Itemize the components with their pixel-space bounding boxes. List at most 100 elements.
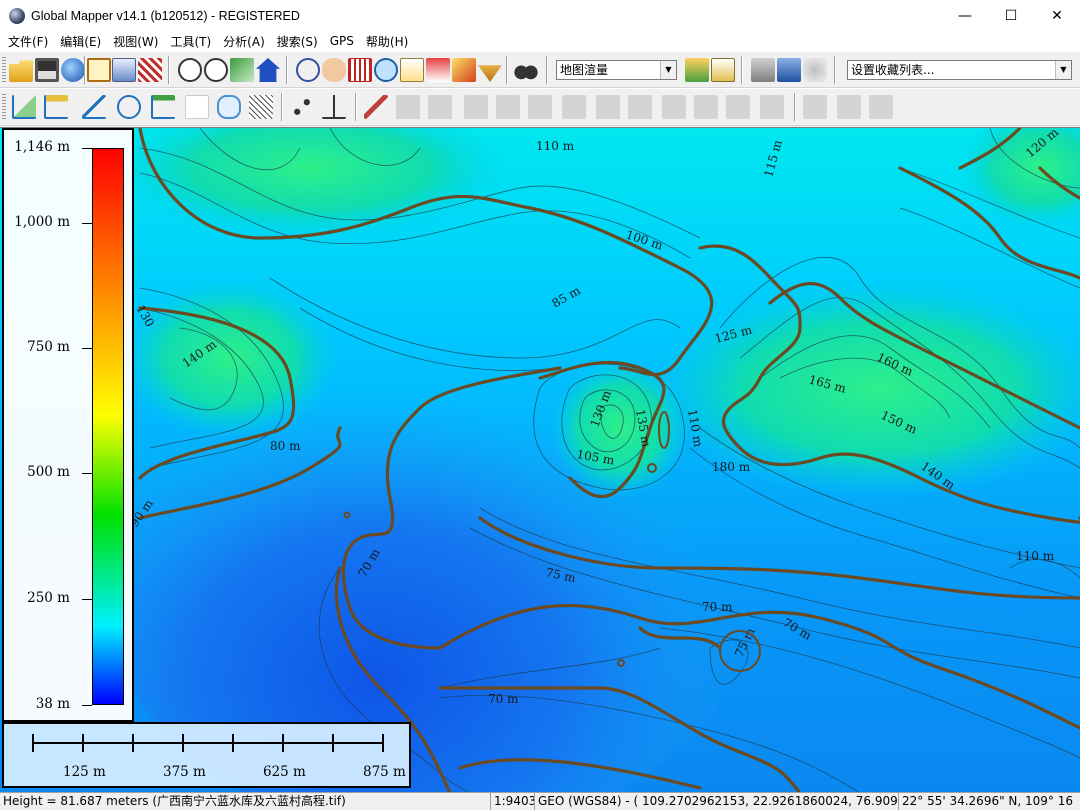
menu-gps[interactable]: GPS — [324, 34, 360, 48]
toolbar-grip[interactable] — [2, 94, 6, 120]
contour-label: 180 m — [712, 460, 751, 474]
path-profile-icon[interactable] — [400, 58, 424, 82]
legend-label: 1,146 m — [14, 139, 70, 155]
difference-icon[interactable] — [662, 95, 686, 119]
contour-label: 70 m — [702, 600, 733, 614]
full-view-icon[interactable] — [230, 58, 254, 82]
gps-icon[interactable] — [803, 58, 827, 82]
reshape-icon[interactable] — [464, 95, 488, 119]
overlay-control-icon[interactable] — [112, 58, 136, 82]
contour-label: 70 m — [488, 692, 519, 706]
3d-view-icon[interactable] — [711, 58, 735, 82]
digitize-line-icon[interactable] — [44, 95, 68, 119]
measure-icon[interactable] — [348, 58, 372, 82]
circle-tool-icon[interactable] — [117, 95, 141, 119]
view-shed-icon[interactable] — [426, 58, 450, 82]
edit-vertices-icon[interactable] — [726, 95, 750, 119]
menu-edit[interactable]: 编辑(E) — [54, 33, 107, 50]
favorites-dropdown-value: 设置收藏列表... — [851, 63, 935, 77]
pan-tool-icon[interactable] — [322, 58, 346, 82]
feature-line-icon[interactable] — [151, 95, 175, 119]
coord-entry-icon[interactable] — [185, 95, 209, 119]
main-toolbar: 地图渲量 ▼ 设置收藏列表... ▼ — [0, 51, 1080, 88]
menu-analysis[interactable]: 分析(A) — [217, 33, 271, 50]
favorites-dropdown[interactable]: 设置收藏列表... ▼ — [847, 60, 1072, 80]
menu-search[interactable]: 搜索(S) — [271, 33, 324, 50]
zoom-out-icon[interactable] — [204, 58, 228, 82]
simplify-icon[interactable] — [694, 95, 718, 119]
move-icon[interactable] — [803, 95, 827, 119]
catalog-icon[interactable] — [87, 58, 111, 82]
filter-icon[interactable] — [478, 65, 502, 82]
digitize-area-icon[interactable] — [12, 95, 36, 119]
window-title: Global Mapper v14.1 (b120512) - REGISTER… — [31, 8, 300, 23]
open-folder-icon[interactable] — [9, 60, 33, 82]
minimize-button[interactable]: — — [942, 0, 988, 31]
smooth-icon[interactable] — [428, 95, 452, 119]
digitizer-toolbar — [0, 88, 1080, 126]
config-icon[interactable] — [138, 58, 162, 82]
status-bar: Height = 81.687 meters (广西南宁六蓝水库及六蓝村高程.t… — [0, 792, 1080, 810]
legend-label: 1,000 m — [14, 214, 70, 230]
scale-label: 625 m — [263, 764, 306, 780]
toolbar-grip[interactable] — [2, 57, 6, 83]
join-icon[interactable] — [396, 95, 420, 119]
edit-line-icon[interactable] — [82, 95, 106, 119]
contour-label: 110 m — [1016, 549, 1055, 563]
legend-label: 250 m — [27, 590, 70, 606]
status-height: Height = 81.687 meters (广西南宁六蓝水库及六蓝村高程.t… — [3, 794, 346, 808]
digitizer-icon[interactable] — [452, 58, 476, 82]
maximize-button[interactable]: ☐ — [988, 0, 1034, 31]
shader-icon[interactable] — [685, 58, 709, 82]
menu-bar: 文件(F) 编辑(E) 视图(W) 工具(T) 分析(A) 搜索(S) GPS … — [0, 31, 1080, 51]
globe-icon — [9, 7, 25, 24]
grid-icon[interactable] — [249, 95, 273, 119]
crop-icon[interactable] — [562, 95, 586, 119]
home-icon[interactable] — [256, 58, 280, 82]
status-coordinates: GEO (WGS84) - ( 109.2702962153, 22.92618… — [534, 793, 898, 810]
close-button[interactable]: ✕ — [1034, 0, 1080, 31]
globe-icon[interactable] — [61, 58, 85, 82]
contour-label: 110 m — [536, 139, 575, 153]
scale-label: 375 m — [163, 764, 206, 780]
flag-icon[interactable] — [751, 58, 775, 82]
scale-icon[interactable] — [837, 95, 861, 119]
menu-help[interactable]: 帮助(H) — [360, 33, 414, 50]
combine-icon[interactable] — [528, 95, 552, 119]
legend-label: 38 m — [35, 696, 70, 712]
scale-bar: 125 m 375 m 625 m 875 m — [2, 722, 411, 788]
zoom-tool-icon[interactable] — [296, 58, 320, 82]
intersect-icon[interactable] — [596, 95, 620, 119]
snap-icon[interactable] — [322, 95, 346, 119]
title-bar: Global Mapper v14.1 (b120512) - REGISTER… — [0, 0, 1080, 31]
vertex-icon[interactable] — [290, 95, 314, 119]
union-icon[interactable] — [628, 95, 652, 119]
scale-label: 125 m — [63, 764, 106, 780]
scale-label: 875 m — [363, 764, 406, 780]
map-canvas[interactable]: 110 m 115 m 100 m 85 m 130 140 m 80 m 90… — [0, 127, 1080, 792]
chevron-down-icon[interactable]: ▼ — [1055, 61, 1071, 79]
chevron-down-icon[interactable]: ▼ — [660, 61, 676, 79]
elevation-legend: 1,146 m 1,000 m 750 m 500 m 250 m 38 m — [2, 128, 134, 722]
shader-dropdown[interactable]: 地图渲量 ▼ — [556, 60, 677, 80]
menu-tools[interactable]: 工具(T) — [164, 33, 217, 50]
contour-label: 80 m — [270, 439, 301, 453]
buffer-icon[interactable] — [217, 95, 241, 119]
legend-label: 500 m — [27, 464, 70, 480]
undo-icon[interactable] — [869, 95, 893, 119]
menu-file[interactable]: 文件(F) — [2, 33, 54, 50]
fill-holes-icon[interactable] — [760, 95, 784, 119]
monitor-icon[interactable] — [777, 58, 801, 82]
shader-dropdown-value: 地图渲量 — [560, 63, 609, 77]
zoom-in-icon[interactable] — [178, 58, 202, 82]
split-icon[interactable] — [364, 95, 388, 119]
save-icon[interactable] — [35, 58, 59, 82]
legend-label: 750 m — [27, 339, 70, 355]
feature-info-icon[interactable] — [374, 58, 398, 82]
menu-view[interactable]: 视图(W) — [107, 33, 164, 50]
color-ramp — [92, 148, 124, 705]
binoculars-icon[interactable] — [514, 58, 538, 82]
status-dms: 22° 55' 34.2696" N, 109° 16 — [898, 793, 1080, 810]
elevation-map[interactable]: 110 m 115 m 100 m 85 m 130 140 m 80 m 90… — [0, 128, 1080, 792]
rotate-icon[interactable] — [496, 95, 520, 119]
